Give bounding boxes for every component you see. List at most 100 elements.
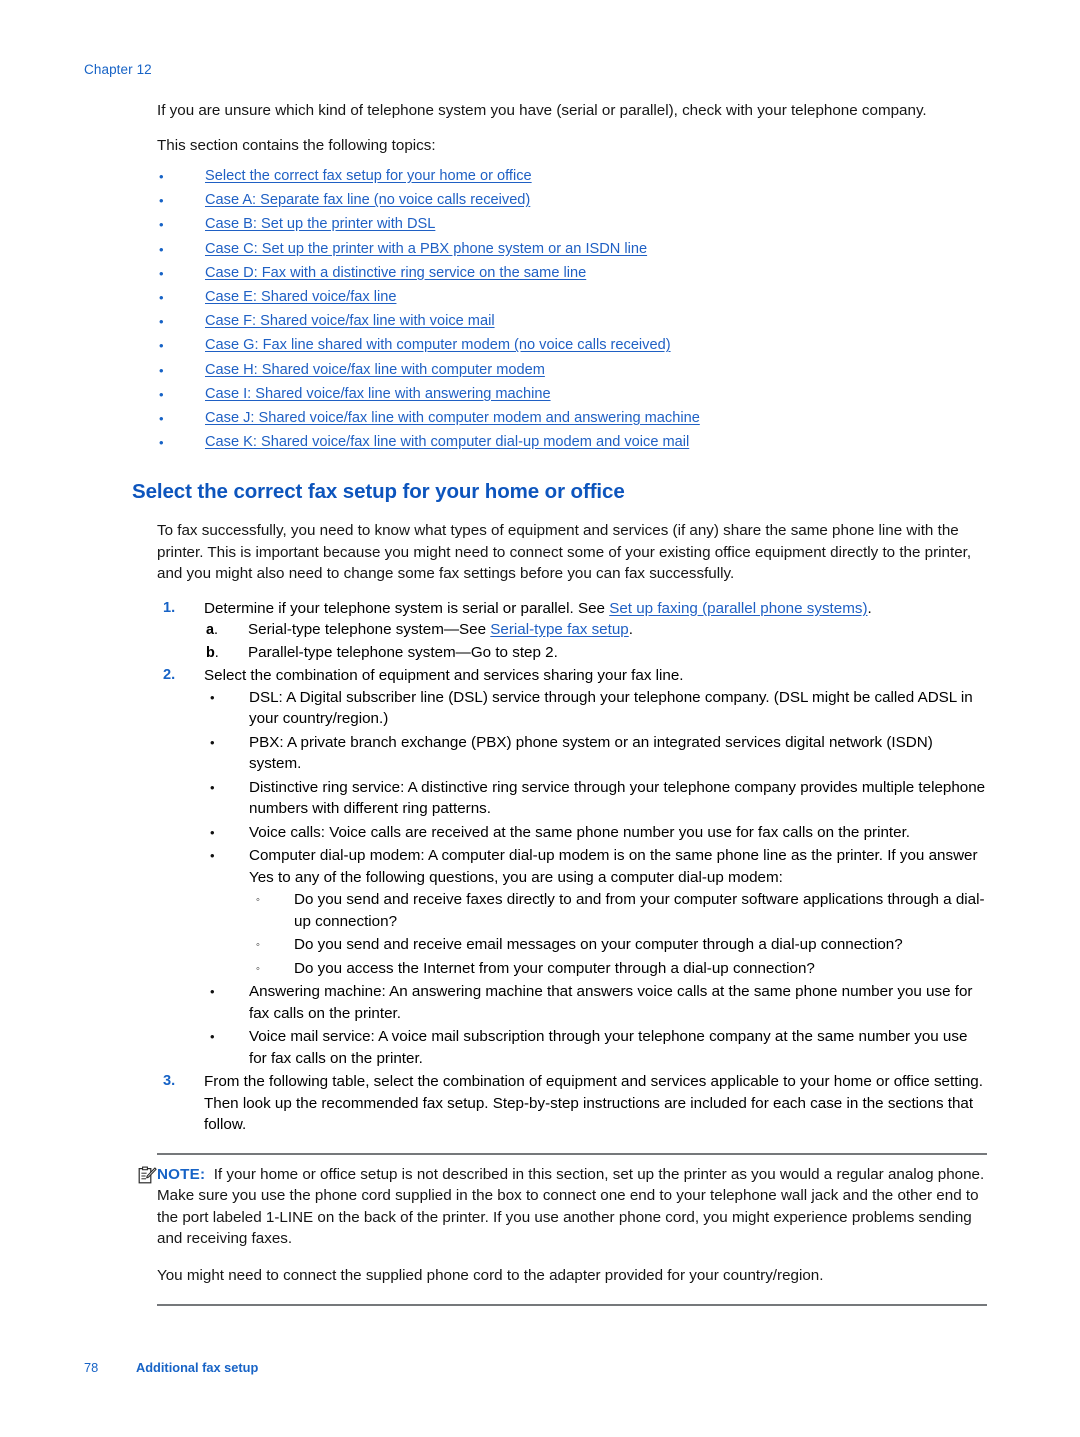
topic-link[interactable]: Case H: Shared voice/fax line with compu… xyxy=(205,362,545,378)
list-item: • DSL: A Digital subscriber line (DSL) se… xyxy=(204,687,987,730)
substep-b: b. Parallel-type telephone system—Go to … xyxy=(204,642,987,665)
page-content: If you are unsure which kind of telephon… xyxy=(132,100,987,1307)
equipment-item-text: Voice calls: Voice calls are received at… xyxy=(249,823,911,841)
step-number: 2. xyxy=(163,667,176,684)
bullet-icon: • xyxy=(210,779,215,795)
step-text-before-link: Determine if your telephone system is se… xyxy=(204,599,610,617)
topic-link[interactable]: Case B: Set up the printer with DSL xyxy=(205,216,435,232)
step-text-after-link: . xyxy=(867,599,872,617)
substep-letter: b xyxy=(206,644,215,661)
list-item: • PBX: A private branch exchange (PBX) ph… xyxy=(204,732,987,775)
equipment-item-text: DSL: A Digital subscriber line (DSL) ser… xyxy=(249,688,973,728)
inline-link-serial-type-fax-setup[interactable]: Serial-type fax setup xyxy=(490,621,628,638)
bullet-icon: • xyxy=(159,338,164,354)
chapter-running-header: Chapter 12 xyxy=(84,62,152,77)
equipment-item-text: Distinctive ring service: A distinctive … xyxy=(249,778,986,818)
bullet-icon: • xyxy=(159,410,164,426)
note-bottom-rule xyxy=(157,1304,987,1307)
equipment-item-text: Computer dial-up modem: A computer dial-… xyxy=(249,847,978,886)
substep-alpha-list: a. Serial-type telephone system—See Seri… xyxy=(204,619,987,664)
note-text: If your home or office setup is not desc… xyxy=(157,1165,985,1248)
bullet-icon: • xyxy=(159,314,164,330)
modem-question-text: Do you send and receive faxes directly t… xyxy=(294,891,985,930)
list-item: • Case A: Separate fax line (no voice cal… xyxy=(157,191,987,210)
list-item: • Voice calls: Voice calls are received a… xyxy=(204,822,987,844)
circle-bullet-icon: ◦ xyxy=(256,962,260,975)
step-3: 3. From the following table, select the … xyxy=(157,1071,987,1136)
circle-bullet-icon: ◦ xyxy=(256,894,260,907)
substep-text: Parallel-type telephone system—Go to ste… xyxy=(248,643,558,661)
section-intro-paragraph: To fax successfully, you need to know wh… xyxy=(157,522,972,583)
note-paragraph-2: You might need to connect the supplied p… xyxy=(157,1266,824,1284)
list-item: • Case K: Shared voice/fax line with comp… xyxy=(157,433,987,452)
bullet-icon: • xyxy=(210,848,215,864)
bullet-icon: • xyxy=(159,265,164,281)
note-inner: NOTE: If your home or office setup is no… xyxy=(138,1155,987,1287)
list-item: • Case J: Shared voice/fax line with comp… xyxy=(157,409,987,428)
procedure-list: 1. Determine if your telephone system is… xyxy=(157,598,987,1136)
list-item: • Case E: Shared voice/fax line xyxy=(157,288,987,307)
bullet-icon: • xyxy=(210,689,215,705)
list-item: • Case B: Set up the printer with DSL xyxy=(157,215,987,234)
topic-link[interactable]: Case G: Fax line shared with computer mo… xyxy=(205,337,671,353)
intro-paragraph-2: This section contains the following topi… xyxy=(157,136,436,154)
bullet-icon: • xyxy=(210,734,215,750)
circle-bullet-icon: ◦ xyxy=(256,939,260,952)
step-1: 1. Determine if your telephone system is… xyxy=(157,598,987,665)
bullet-icon: • xyxy=(210,984,215,1000)
inline-link-setup-faxing[interactable]: Set up faxing (parallel phone systems) xyxy=(609,600,867,617)
step-number: 1. xyxy=(163,599,176,616)
topic-link[interactable]: Case K: Shared voice/fax line with compu… xyxy=(205,434,689,450)
list-item: • Case H: Shared voice/fax line with comp… xyxy=(157,361,987,380)
topic-link[interactable]: Case F: Shared voice/fax line with voice… xyxy=(205,313,495,329)
modem-question-list: ◦ Do you send and receive faxes directly … xyxy=(249,889,987,979)
list-item: • Case I: Shared voice/fax line with answ… xyxy=(157,385,987,404)
step-2: 2. Select the combination of equipment a… xyxy=(157,665,987,1069)
substep-dot: . xyxy=(214,622,219,639)
footer-title: Additional fax setup xyxy=(136,1360,259,1375)
list-item: • Case F: Shared voice/fax line with voic… xyxy=(157,312,987,331)
substep-letter: a xyxy=(206,622,215,639)
equipment-item-text: Voice mail service: A voice mail subscri… xyxy=(249,1028,968,1067)
list-item: • Voice mail service: A voice mail subscr… xyxy=(204,1026,987,1069)
substep-text-after-link: . xyxy=(628,621,633,639)
topic-link[interactable]: Case A: Separate fax line (no voice call… xyxy=(205,192,530,208)
topic-link[interactable]: Case I: Shared voice/fax line with answe… xyxy=(205,386,551,402)
list-item: ◦ Do you send and receive email messages … xyxy=(249,934,987,956)
list-item: • Case G: Fax line shared with computer m… xyxy=(157,336,987,355)
topic-link[interactable]: Case J: Shared voice/fax line with compu… xyxy=(205,410,700,426)
equipment-item-text: Answering machine: An answering machine … xyxy=(249,983,973,1022)
substep-a: a. Serial-type telephone system—See Seri… xyxy=(204,619,987,642)
topic-link[interactable]: Case E: Shared voice/fax line xyxy=(205,289,396,305)
bullet-icon: • xyxy=(159,435,164,451)
modem-question-text: Do you send and receive email messages o… xyxy=(294,936,903,954)
topic-link[interactable]: Case D: Fax with a distinctive ring serv… xyxy=(205,265,586,281)
bullet-icon: • xyxy=(210,1029,215,1045)
substep-dot: . xyxy=(214,644,219,661)
bullet-icon: • xyxy=(159,217,164,233)
topic-link[interactable]: Case C: Set up the printer with a PBX ph… xyxy=(205,241,647,257)
list-item: • Case D: Fax with a distinctive ring ser… xyxy=(157,264,987,283)
note-body: NOTE: If your home or office setup is no… xyxy=(157,1164,987,1250)
page-title: Select the correct fax setup for your ho… xyxy=(132,480,625,504)
substep-text-before-link: Serial-type telephone system—See xyxy=(248,621,491,639)
list-item: • Case C: Set up the printer with a PBX p… xyxy=(157,240,987,259)
modem-question-text: Do you access the Internet from your com… xyxy=(294,959,815,977)
page-number: 78 xyxy=(84,1360,99,1375)
list-item: • Answering machine: An answering machine… xyxy=(204,981,987,1024)
step-text: Select the combination of equipment and … xyxy=(204,667,684,685)
note-icon xyxy=(138,1166,157,1185)
topic-link[interactable]: Select the correct fax setup for your ho… xyxy=(205,168,532,184)
list-item: ◦ Do you send and receive faxes directly … xyxy=(249,889,987,932)
list-item: ◦ Do you access the Internet from your co… xyxy=(249,958,987,980)
substep-marker: b. xyxy=(206,642,219,665)
bullet-icon: • xyxy=(159,386,164,402)
equipment-bullet-list: • DSL: A Digital subscriber line (DSL) se… xyxy=(204,687,987,1070)
bullet-icon: • xyxy=(159,362,164,378)
topic-link-list: • Select the correct fax setup for your h… xyxy=(157,167,987,452)
bullet-icon: • xyxy=(159,193,164,209)
list-item: • Select the correct fax setup for your h… xyxy=(157,167,987,186)
equipment-item-text: PBX: A private branch exchange (PBX) pho… xyxy=(249,733,933,773)
substep-marker: a. xyxy=(206,619,218,642)
list-item: • Distinctive ring service: A distinctive… xyxy=(204,777,987,820)
